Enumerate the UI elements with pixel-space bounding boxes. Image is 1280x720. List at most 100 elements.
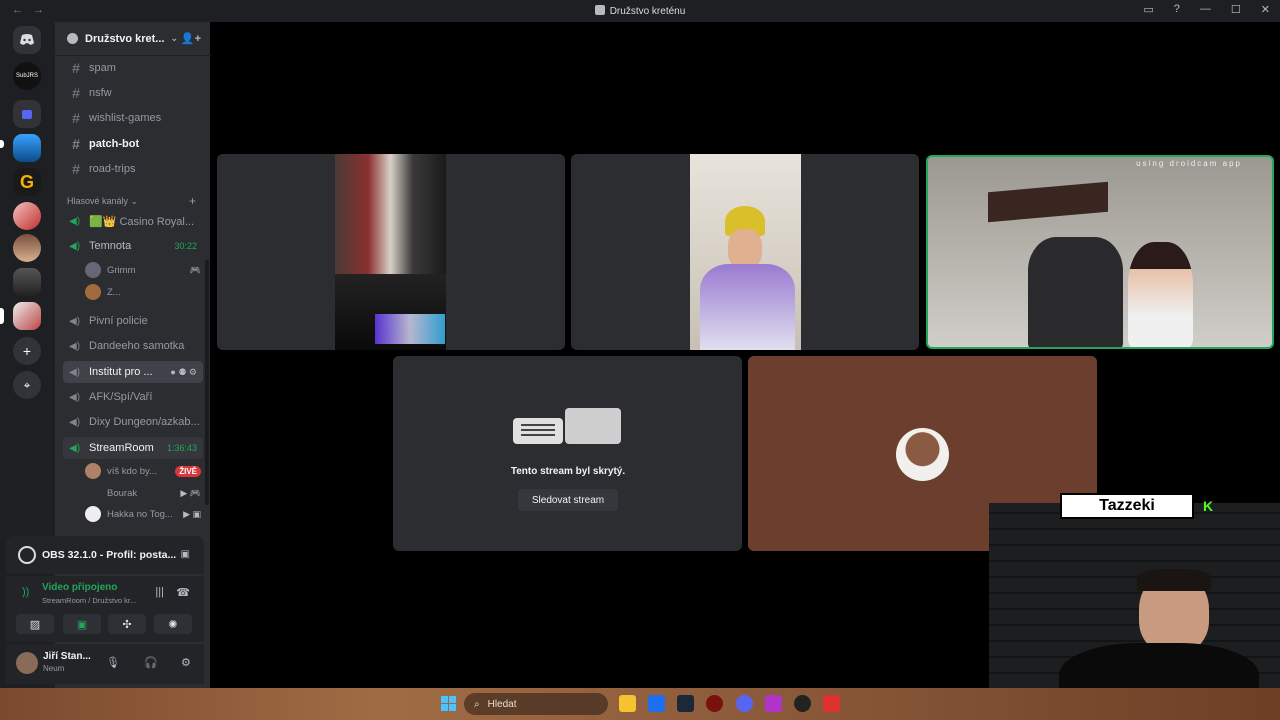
channel-spam[interactable]: # spam	[63, 57, 203, 79]
voice-user[interactable]: Bourak ▶ 🎮	[85, 483, 201, 503]
maximize-button[interactable]: ☐	[1231, 3, 1241, 16]
voice-channel-casino[interactable]: ◀) 🟩👑 Casino Royal...	[63, 210, 203, 232]
disconnect-icon[interactable]: ☎	[176, 586, 190, 599]
avatar	[85, 284, 101, 300]
video-tile-2[interactable]	[571, 154, 919, 350]
close-button[interactable]: ✕	[1261, 3, 1270, 16]
server-subjrs[interactable]: SubJRS	[13, 62, 41, 90]
chevron-down-icon: ⌄	[130, 196, 139, 206]
speaker-icon: ◀)	[69, 366, 81, 378]
video-tile-1[interactable]	[217, 154, 565, 350]
camera-icon: ▶ 🎮	[180, 487, 201, 498]
speaker-icon: ◀)	[69, 442, 81, 454]
app-icon[interactable]	[765, 695, 782, 712]
server-icon-4[interactable]	[13, 234, 41, 262]
hash-icon: #	[72, 136, 80, 152]
activity-label: OBS 32.1.0 - Profil: posta...	[42, 549, 177, 561]
hash-icon: #	[72, 60, 80, 76]
activities-button[interactable]: ✣	[108, 614, 146, 634]
discord-home-icon[interactable]	[13, 26, 41, 54]
voice-channel-temnota[interactable]: ◀) Temnota 30:22	[63, 235, 203, 257]
steam-icon[interactable]	[677, 695, 694, 712]
avatar	[85, 463, 101, 479]
discord-icon[interactable]	[736, 695, 753, 712]
window-title: Družstvo kreténu	[0, 5, 1280, 17]
channel-actions-icon[interactable]: ● ⚉ ⚙	[170, 367, 197, 378]
voice-channel-dandeeho[interactable]: ◀) Dandeeho samotka	[63, 335, 203, 357]
user-name[interactable]: Jiří Stan...	[43, 651, 91, 662]
speaker-icon: ◀)	[69, 391, 81, 403]
unread-indicator	[0, 140, 4, 148]
server-icon-6[interactable]	[13, 302, 41, 330]
guild-name: Družstvo kret...	[85, 32, 165, 45]
server-icon-1[interactable]	[13, 134, 41, 162]
screen-share-button[interactable]: ▣	[63, 614, 101, 634]
inbox-icon[interactable]: ▭	[1143, 3, 1153, 16]
obs-icon[interactable]	[794, 695, 811, 712]
settings-icon[interactable]: ⚙	[181, 656, 191, 669]
voice-user[interactable]: Hakka no Tog... ▶ ▣	[85, 504, 201, 524]
avatar	[85, 485, 101, 501]
noise-suppression-icon[interactable]: |||	[155, 586, 164, 598]
stream-hidden-illustration	[513, 408, 623, 446]
invite-icon[interactable]: 👤+	[181, 32, 201, 45]
voice-channel-institut[interactable]: ◀) Institut pro ... ● ⚉ ⚙	[63, 361, 203, 383]
guild-icon	[67, 33, 78, 44]
windows-start-icon[interactable]	[441, 696, 456, 711]
soundboard-button[interactable]: ✺	[154, 614, 192, 634]
voice-connection-panel: )) Video připojeno StreamRoom / Družstvo…	[6, 576, 204, 642]
taskbar-search[interactable]: ⌕ Hledat	[464, 693, 608, 715]
voice-channel-afk[interactable]: ◀) AFK/Spí/Vaří	[63, 386, 203, 408]
voice-user[interactable]: Z...	[85, 282, 201, 302]
folder-icon[interactable]	[13, 100, 41, 128]
hidden-stream-tile[interactable]: Tento stream byl skrytý. Sledovat stream	[393, 356, 742, 551]
title-bar: ← → Družstvo kreténu ▭ ? — ☐ ✕	[0, 0, 1280, 22]
selected-indicator	[0, 308, 4, 324]
minimize-button[interactable]: —	[1200, 3, 1211, 16]
voice-category[interactable]: Hlasové kanály ⌄ +	[67, 194, 196, 208]
screen-share-icon[interactable]: ▣	[181, 549, 190, 560]
microphone-icon[interactable]: 🎙	[106, 656, 120, 669]
avatar	[85, 506, 101, 522]
server-g[interactable]: G	[13, 168, 41, 196]
activity-panel[interactable]: OBS 32.1.0 - Profil: posta... ▣	[6, 536, 204, 574]
search-icon: ⌕	[474, 698, 480, 710]
channel-road-trips[interactable]: # road-trips	[63, 158, 203, 180]
channel-patch-bot[interactable]: # patch-bot	[63, 133, 203, 155]
voice-user[interactable]: Grimm 🎮	[85, 260, 201, 280]
connection-location[interactable]: StreamRoom / Družstvo kr...	[42, 596, 136, 605]
server-icon-5[interactable]	[13, 268, 41, 296]
video-tile-droidcam[interactable]: using droidcam app	[926, 155, 1274, 349]
help-icon[interactable]: ?	[1174, 3, 1180, 16]
user-status: Neum	[43, 664, 65, 673]
app-icon[interactable]	[706, 695, 723, 712]
streamer-nameplate: Tazzeki	[1060, 493, 1194, 519]
server-icon-3[interactable]	[13, 202, 41, 230]
discover-icon[interactable]: ⌖	[13, 371, 41, 399]
channel-nsfw[interactable]: # nsfw	[63, 82, 203, 104]
server-icon	[594, 5, 605, 15]
signal-icon: ))	[22, 586, 30, 598]
live-badge: ŽIVĚ	[175, 465, 201, 477]
headset-icon[interactable]: 🎧	[144, 656, 158, 669]
file-explorer-icon[interactable]	[619, 695, 636, 712]
voice-channel-pivni[interactable]: ◀) Pivní policie	[63, 310, 203, 332]
camera-off-button[interactable]: ▨	[16, 614, 54, 634]
channel-timer: 30:22	[174, 241, 197, 251]
hash-icon: #	[72, 161, 80, 177]
avatar[interactable]	[16, 652, 38, 674]
chevron-down-icon: ⌄	[170, 33, 179, 43]
app-icon[interactable]	[823, 695, 840, 712]
connection-status[interactable]: Video připojeno	[42, 582, 117, 593]
watch-stream-button[interactable]: Sledovat stream	[518, 489, 618, 511]
voice-channel-streamroom[interactable]: ◀) StreamRoom 1:36:43	[63, 437, 203, 459]
user-panel: Jiří Stan... Neum 🎙 🎧 ⚙	[6, 644, 204, 684]
channel-scrollbar[interactable]	[205, 260, 209, 505]
add-server-icon[interactable]: +	[13, 337, 41, 365]
voice-user[interactable]: víš kdo by... ŽIVĚ	[85, 461, 201, 481]
add-channel-icon[interactable]: +	[189, 194, 196, 208]
channel-wishlist-games[interactable]: # wishlist-games	[63, 107, 203, 129]
voice-channel-dixy[interactable]: ◀) Dixy Dungeon/azkab...	[63, 411, 203, 433]
guild-header[interactable]: Družstvo kret... ⌄ 👤+	[55, 22, 211, 56]
vscode-icon[interactable]	[648, 695, 665, 712]
